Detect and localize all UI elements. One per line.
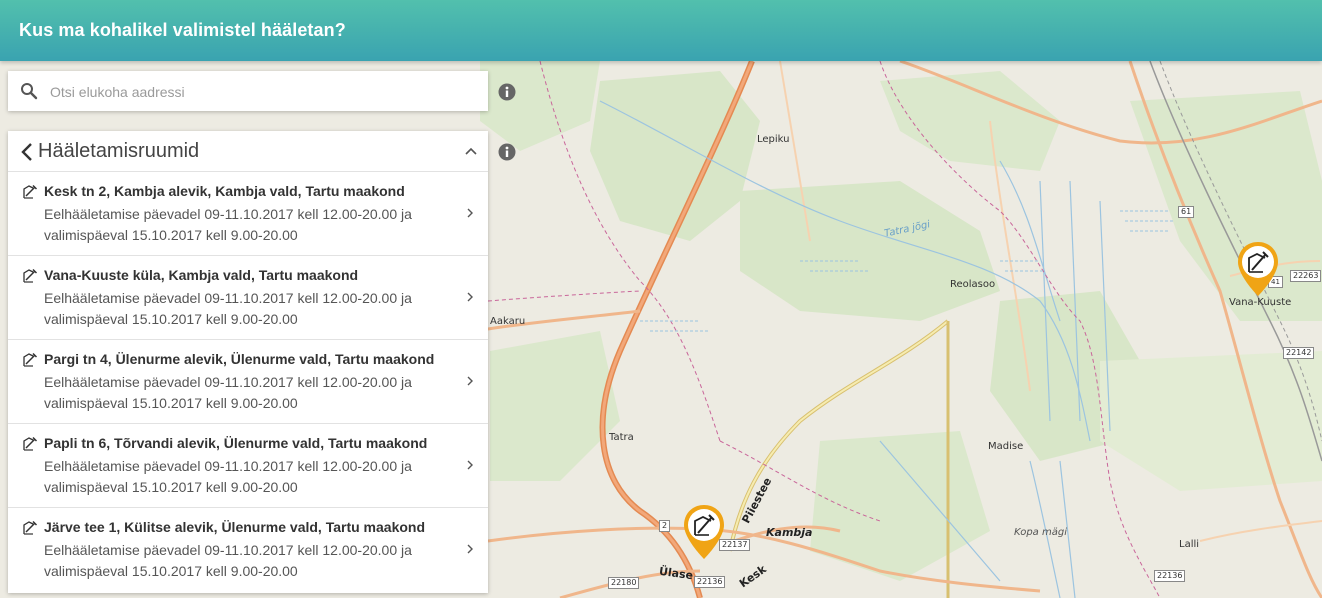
panel-title: Hääletamisruumid: [38, 140, 200, 162]
address-search-input[interactable]: [48, 80, 472, 104]
chevron-right-icon[interactable]: [466, 375, 474, 387]
ballot-icon: [23, 268, 38, 283]
polling-station-hours: Eelhääletamise päevadel 09-11.10.2017 ke…: [44, 206, 412, 243]
polling-station-pin-vana-kuuste[interactable]: [1235, 240, 1281, 298]
chevron-right-icon[interactable]: [466, 291, 474, 303]
polling-station-address: Papli tn 6, Tõrvandi alevik, Ülenurme va…: [44, 435, 428, 451]
polling-station-item[interactable]: Järve tee 1, Külitse alevik, Ülenurme va…: [8, 508, 488, 591]
place-label-aakaru: Aakaru: [490, 316, 526, 327]
road-label-kambja: Kambja: [766, 526, 813, 539]
place-label-lepiku: Lepiku: [757, 134, 790, 145]
chevron-right-icon[interactable]: [466, 459, 474, 471]
chevron-right-icon[interactable]: [466, 207, 474, 219]
road-shield-22136: 22136: [694, 576, 726, 588]
place-label-tatra: Tatra: [609, 432, 634, 443]
polling-station-address: Vana-Kuuste küla, Kambja vald, Tartu maa…: [44, 267, 359, 283]
polling-station-address: Pargi tn 4, Ülenurme alevik, Ülenurme va…: [44, 351, 435, 367]
polling-station-hours: Eelhääletamise päevadel 09-11.10.2017 ke…: [44, 458, 412, 495]
polling-station-address: Järve tee 1, Külitse alevik, Ülenurme va…: [44, 519, 426, 535]
ballot-icon: [23, 184, 38, 199]
polling-station-item[interactable]: Pargi tn 4, Ülenurme alevik, Ülenurme va…: [8, 340, 488, 424]
panel-header: Hääletamisruumid: [8, 131, 488, 172]
ballot-icon: [23, 520, 38, 535]
address-search-box: [8, 71, 488, 111]
chevron-right-icon[interactable]: [466, 543, 474, 555]
polling-station-item[interactable]: Vana-Kuuste küla, Kambja vald, Tartu maa…: [8, 256, 488, 340]
collapse-chevron-up-icon[interactable]: [464, 146, 478, 156]
ballot-icon: [23, 352, 38, 367]
search-icon[interactable]: [20, 82, 38, 100]
road-shield-22136-east: 22136: [1154, 570, 1186, 582]
polling-station-hours: Eelhääletamise päevadel 09-11.10.2017 ke…: [44, 374, 412, 411]
place-label-lalli: Lalli: [1179, 539, 1200, 550]
app-header: Kus ma kohalikel valimistel hääletan?: [0, 0, 1322, 61]
road-shield-2: 2: [659, 520, 671, 532]
polling-station-item[interactable]: Papli tn 6, Tõrvandi alevik, Ülenurme va…: [8, 424, 488, 508]
polling-station-pin-kambja[interactable]: [681, 503, 727, 561]
panel-info-icon[interactable]: [498, 143, 516, 161]
place-label-kopa-magi: Kopa mägi: [1014, 527, 1067, 538]
road-shield-22180: 22180: [608, 577, 640, 589]
place-label-madise: Madise: [988, 441, 1024, 452]
polling-station-hours: Eelhääletamise päevadel 09-11.10.2017 ke…: [44, 290, 412, 327]
road-shield-61: 61: [1178, 206, 1195, 218]
place-label-vana-kuuste: Vana-Kuuste: [1229, 297, 1292, 308]
ballot-icon: [23, 436, 38, 451]
polling-station-hours: Eelhääletamise päevadel 09-11.10.2017 ke…: [44, 542, 412, 579]
back-chevron-icon[interactable]: [20, 142, 34, 162]
search-info-icon[interactable]: [498, 83, 516, 101]
app-title: Kus ma kohalikel valimistel hääletan?: [19, 20, 346, 40]
polling-stations-panel: Hääletamisruumid Kesk tn 2, Kambja alevi…: [8, 131, 488, 593]
road-shield-22263: 22263: [1290, 270, 1322, 282]
place-label-reolasoo: Reolasoo: [950, 279, 996, 290]
road-shield-22142: 22142: [1283, 347, 1315, 359]
polling-station-item[interactable]: Kesk tn 2, Kambja alevik, Kambja vald, T…: [8, 172, 488, 256]
polling-station-address: Kesk tn 2, Kambja alevik, Kambja vald, T…: [44, 183, 405, 199]
